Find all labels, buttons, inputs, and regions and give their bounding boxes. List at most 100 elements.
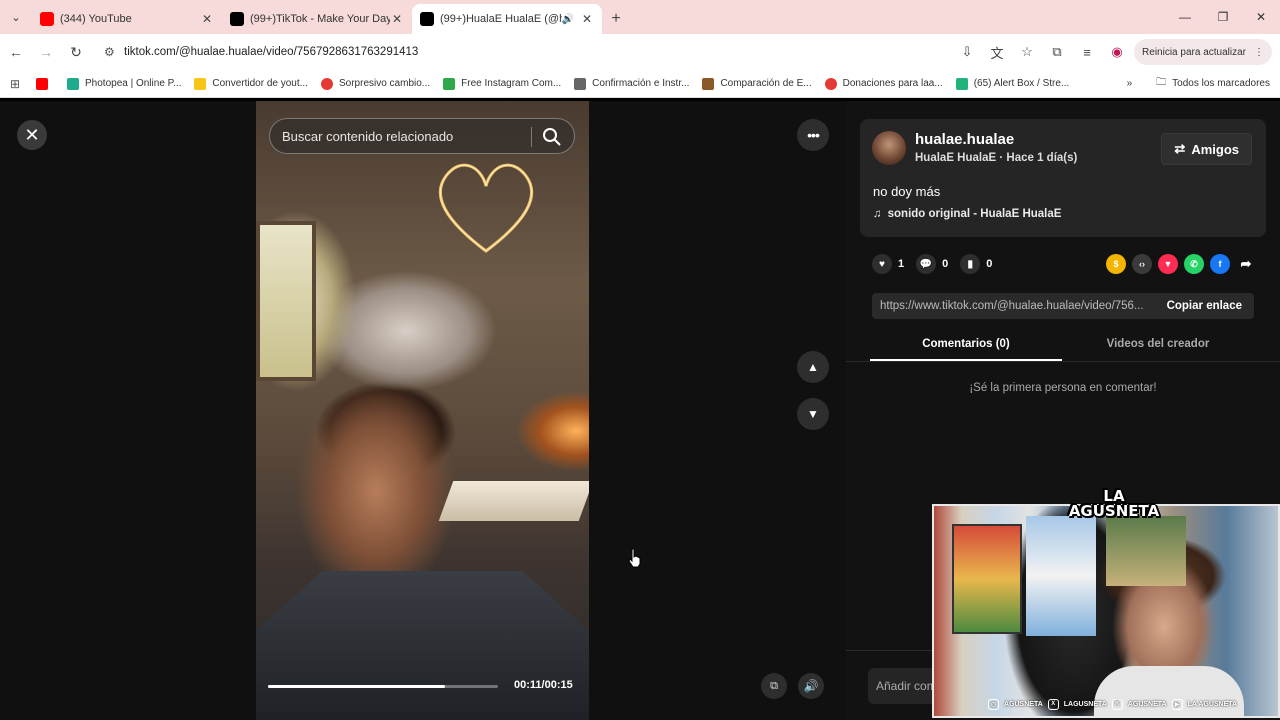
like-count: 1 [898, 258, 905, 270]
bookmark-item[interactable]: Sorpresivo cambio... [320, 77, 431, 90]
update-button[interactable]: Reinicia para actualizar ⋮ [1134, 39, 1272, 65]
avatar[interactable] [872, 131, 906, 165]
youtube-icon [36, 77, 48, 90]
site-info-icon[interactable]: ⚙ [104, 45, 124, 59]
bookmark-item[interactable]: Comparación de E... [702, 77, 812, 90]
media-control-icon[interactable]: ≡ [1074, 39, 1100, 65]
minimize-icon[interactable]: — [1166, 0, 1204, 34]
coin-icon[interactable]: $ [1106, 254, 1126, 274]
bookmark-icon: ▮ [960, 254, 981, 274]
tab-tiktok-home[interactable]: (99+)TikTok - Make Your Day ✕ [222, 4, 412, 34]
comment-count: 0 [942, 258, 949, 270]
tab-youtube[interactable]: (344) YouTube ✕ [32, 4, 222, 34]
engagement-stats: ♥ 1 💬 0 ▮ 0 [872, 254, 992, 274]
author-subline: HualaE HualaE · Hace 1 día(s) [915, 152, 1078, 164]
address-bar[interactable]: ⚙ tiktok.com/@hualae.hualae/video/756792… [98, 39, 948, 65]
reload-button[interactable]: ↻ [62, 38, 90, 66]
bookmark-label: Photopea | Online P... [85, 78, 182, 89]
tab-creator-videos[interactable]: Videos del creador [1062, 333, 1254, 361]
bookmark-item[interactable]: (65) Alert Box / Stre... [955, 77, 1069, 90]
like-button[interactable]: ♥ 1 [872, 254, 904, 274]
sound-link[interactable]: ♫ sonido original - HualaE HualaE [873, 208, 1061, 220]
all-bookmarks[interactable]: » 🗀 Todos los marcadores [1127, 75, 1270, 92]
video-scene-person [256, 571, 589, 720]
bookmark-item[interactable]: Free Instagram Com... [443, 77, 561, 90]
facebook-icon[interactable]: f [1210, 254, 1230, 274]
close-viewer-button[interactable]: ✕ [17, 120, 47, 150]
floating-player-button[interactable]: ⧉ [761, 673, 787, 699]
link-icon [574, 77, 587, 90]
friends-button[interactable]: ⇄ Amigos [1161, 133, 1252, 165]
video-viewer: ✕ Buscar contenido relacionado 00:11/00:… [0, 101, 846, 720]
video-timecode: 00:11/00:15 [514, 679, 573, 691]
tab-tiktok-video[interactable]: (99+)HualaE HualaE (@hua 🔊 ✕ [412, 4, 602, 34]
related-search-placeholder: Buscar contenido relacionado [282, 128, 454, 144]
save-button[interactable]: ▮ 0 [960, 254, 992, 274]
extensions-icon[interactable]: ⧉ [1044, 39, 1070, 65]
all-bookmarks-label: Todos los marcadores [1172, 78, 1270, 89]
next-video-button[interactable]: ▼ [797, 398, 829, 430]
profile-icon[interactable]: ◉ [1104, 39, 1130, 65]
bookmarks-bar: ⊞ Photopea | Online P... Convertidor de … [0, 70, 1280, 98]
save-count: 0 [986, 258, 993, 270]
post-info-card: hualae.hualae HualaE HualaE · Hace 1 día… [860, 119, 1266, 237]
translate-icon[interactable]: 文 [984, 39, 1010, 65]
apps-grid-icon[interactable]: ⊞ [0, 77, 30, 91]
bookmark-label: Convertidor de yout... [212, 78, 308, 89]
overflow-chevron-icon[interactable]: » [1127, 78, 1133, 89]
video-progress-bar[interactable] [268, 685, 498, 688]
close-tab-icon[interactable]: ✕ [390, 12, 404, 26]
tabs-divider [846, 361, 1280, 362]
streamlabs-icon [955, 77, 968, 90]
username[interactable]: hualae.hualae [915, 131, 1014, 148]
close-tab-icon[interactable]: ✕ [200, 12, 214, 26]
copy-link-button[interactable]: Copiar enlace [1155, 300, 1254, 312]
embed-icon[interactable]: ‹› [1132, 254, 1152, 274]
tab-comments[interactable]: Comentarios (0) [870, 333, 1062, 361]
post-caption: no doy más [873, 184, 941, 199]
close-window-icon[interactable]: ✕ [1242, 0, 1280, 34]
empty-comments-message: ¡Sé la primera persona en comentar! [969, 382, 1157, 394]
share-arrow-icon[interactable]: ➦ [1236, 254, 1256, 274]
tiktok-icon [230, 12, 244, 26]
site-icon [320, 77, 333, 90]
bookmark-youtube[interactable] [36, 77, 54, 90]
related-search-input[interactable]: Buscar contenido relacionado [269, 118, 575, 154]
bookmark-item[interactable]: Confirmación e Instr... [574, 77, 689, 90]
bookmark-star-icon[interactable]: ☆ [1014, 39, 1040, 65]
audio-playing-icon[interactable]: 🔊 [562, 14, 574, 25]
toolbar-right: ⇩ 文 ☆ ⧉ ≡ ◉ Reinicia para actualizar ⋮ [954, 39, 1272, 65]
social-handle: LA AGUSNETA [1187, 700, 1238, 708]
bookmark-item[interactable]: Photopea | Online P... [67, 77, 182, 90]
music-note-icon: ♫ [873, 208, 882, 220]
tab-title: (344) YouTube [60, 13, 132, 25]
previous-video-button[interactable]: ▲ [797, 351, 829, 383]
whatsapp-icon[interactable]: ✆ [1184, 254, 1204, 274]
send-icon[interactable]: ▼ [1158, 254, 1178, 274]
restore-icon[interactable]: ❐ [1204, 0, 1242, 34]
close-tab-icon[interactable]: ✕ [580, 12, 594, 26]
video-player[interactable]: Buscar contenido relacionado 00:11/00:15 [256, 101, 589, 720]
install-app-icon[interactable]: ⇩ [954, 39, 980, 65]
kick-icon: K [1111, 698, 1123, 710]
wall-poster [952, 524, 1022, 634]
video-scene-book [438, 481, 589, 521]
bookmark-item[interactable]: Donaciones para laa... [824, 77, 943, 90]
bookmark-item[interactable]: Convertidor de yout... [194, 77, 308, 90]
forward-button[interactable]: → [32, 38, 60, 66]
heart-icon: ♥ [872, 254, 892, 274]
back-button[interactable]: ← [2, 38, 30, 66]
browser-toolbar: ← → ↻ ⚙ tiktok.com/@hualae.hualae/video/… [0, 34, 1280, 70]
bookmark-label: Sorpresivo cambio... [338, 78, 431, 89]
more-options-button[interactable]: ••• [797, 119, 829, 151]
tab-search-chevron-icon[interactable]: ⌄ [0, 0, 32, 34]
photopea-icon [67, 77, 79, 90]
folder-icon: 🗀 [1156, 77, 1167, 88]
new-tab-button[interactable]: + [602, 4, 630, 34]
volume-button[interactable]: 🔊 [798, 673, 824, 699]
share-link-text[interactable]: https://www.tiktok.com/@hualae.hualae/vi… [872, 300, 1155, 312]
update-label: Reinicia para actualizar [1142, 46, 1246, 58]
comment-button[interactable]: 💬 0 [916, 254, 948, 274]
search-icon[interactable] [542, 127, 562, 147]
social-handle: AGUSNETA [1127, 700, 1167, 708]
